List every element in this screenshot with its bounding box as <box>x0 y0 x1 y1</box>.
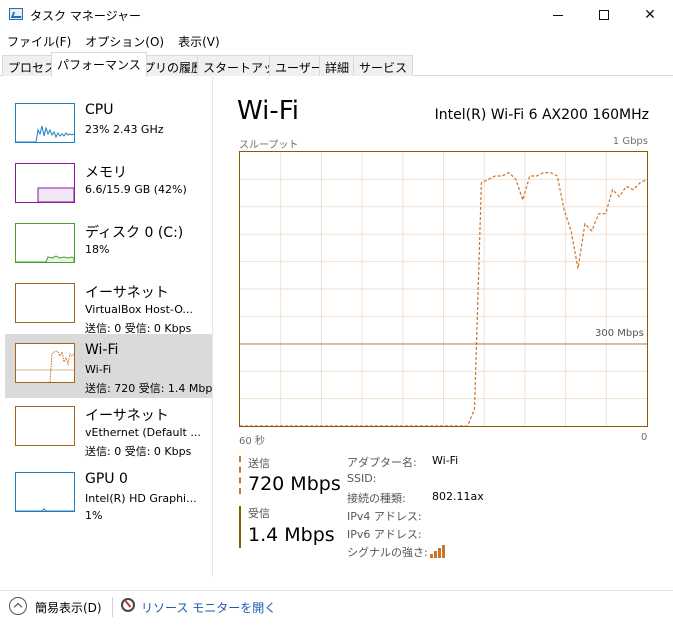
adapter-name-label: アダプター名: <box>347 456 417 469</box>
send-legend-bar <box>239 456 242 494</box>
resource-name: GPU 0 <box>85 471 128 487</box>
receive-legend-bar <box>239 506 242 548</box>
signal-strength-label: シグナルの強さ: <box>347 546 428 559</box>
resource-detail-2: 送信: 720 受信: 1.4 Mbp <box>85 382 213 395</box>
resource-name: Wi-Fi <box>85 342 119 358</box>
resource-gpu[interactable]: GPU 0 Intel(R) HD Graphi... 1% <box>5 463 212 527</box>
throughput-graph <box>239 151 648 427</box>
tab-details[interactable]: 詳細 <box>319 55 356 76</box>
window-title: タスク マネージャー <box>30 9 141 23</box>
send-label: 送信 <box>248 457 270 470</box>
resource-detail: 18% <box>85 243 110 256</box>
connection-type-value: 802.11ax <box>432 490 484 503</box>
page-title: Wi-Fi <box>237 96 300 126</box>
resource-detail-2: 送信: 0 受信: 0 Kbps <box>85 445 192 458</box>
disk-thumbnail-graph <box>16 255 74 262</box>
menu-file[interactable]: ファイル(F) <box>0 30 78 52</box>
menu-options[interactable]: オプション(O) <box>78 30 171 52</box>
ssid-label: SSID: <box>347 472 377 485</box>
open-resource-monitor-link[interactable]: リソース モニターを開く <box>141 599 276 616</box>
resource-ethernet-virtualbox[interactable]: イーサネット VirtualBox Host-O... 送信: 0 受信: 0 … <box>5 274 212 338</box>
resource-name: CPU <box>85 102 114 118</box>
graph-300mbps-mark: 300 Mbps <box>595 328 644 339</box>
ethernet-thumbnail <box>15 406 75 446</box>
resource-name: ディスク 0 (C:) <box>85 225 184 241</box>
resource-detail: 23% 2.43 GHz <box>85 123 164 136</box>
ipv4-label: IPv4 アドレス: <box>347 510 422 523</box>
menu-bar: ファイル(F) オプション(O) 表示(V) <box>0 30 673 52</box>
gpu-thumbnail-graph <box>16 508 74 511</box>
resource-ethernet-vethernet[interactable]: イーサネット vEthernet (Default ... 送信: 0 受信: … <box>5 397 212 461</box>
signal-strength-icon <box>430 545 445 558</box>
task-manager-icon <box>9 8 23 20</box>
throughput-graph-svg <box>240 152 647 426</box>
adapter-name: Intel(R) Wi-Fi 6 AX200 160MHz <box>434 107 649 123</box>
send-value: 720 Mbps <box>248 473 341 495</box>
time-axis-left: 60 秒 <box>239 436 265 447</box>
max-throughput-label: 1 Gbps <box>612 136 648 147</box>
memory-thumbnail-graph <box>37 187 74 202</box>
fewer-details-button[interactable]: 簡易表示(D) <box>35 599 102 616</box>
ipv6-label: IPv6 アドレス: <box>347 528 422 541</box>
resource-name: イーサネット <box>85 408 169 424</box>
chevron-up-icon[interactable] <box>9 597 27 615</box>
resource-list: CPU 23% 2.43 GHz メモリ 6.6/15.9 GB (42%) デ… <box>0 77 213 577</box>
gpu-thumbnail <box>15 472 75 512</box>
tab-performance[interactable]: パフォーマンス <box>51 52 147 77</box>
title-bar[interactable]: タスク マネージャー ✕ <box>0 0 673 30</box>
resource-name: イーサネット <box>85 285 169 301</box>
resource-disk[interactable]: ディスク 0 (C:) 18% <box>5 214 212 278</box>
resource-detail-2: 1% <box>85 509 103 522</box>
adapter-name-value: Wi-Fi <box>432 454 459 467</box>
resource-detail: 6.6/15.9 GB (42%) <box>85 183 187 196</box>
footer: 簡易表示(D) リソース モニターを開く <box>0 590 673 631</box>
wifi-thumbnail <box>15 343 75 383</box>
resource-wifi[interactable]: Wi-Fi Wi-Fi 送信: 720 受信: 1.4 Mbp <box>5 334 212 398</box>
resource-cpu[interactable]: CPU 23% 2.43 GHz <box>5 94 212 158</box>
disk-thumbnail <box>15 223 75 263</box>
footer-divider <box>112 597 113 617</box>
resource-monitor-icon[interactable] <box>121 598 135 612</box>
resource-detail: Intel(R) HD Graphi... <box>85 492 197 505</box>
maximize-icon <box>599 10 609 20</box>
close-button[interactable]: ✕ <box>627 0 673 30</box>
receive-label: 受信 <box>248 507 270 520</box>
tab-services[interactable]: サービス <box>353 55 414 76</box>
minimize-button[interactable] <box>535 0 581 30</box>
receive-value: 1.4 Mbps <box>248 524 335 546</box>
wifi-thumbnail-graph <box>16 350 74 382</box>
ethernet-thumbnail <box>15 283 75 323</box>
minimize-icon <box>553 14 563 16</box>
resource-name: メモリ <box>85 165 127 181</box>
time-axis-right: 0 <box>641 432 648 443</box>
cpu-thumbnail-graph <box>16 125 74 142</box>
close-icon: ✕ <box>644 7 656 23</box>
resource-detail: Wi-Fi <box>85 363 112 376</box>
resource-detail: VirtualBox Host-O... <box>85 303 193 316</box>
tab-bar: プロセス パフォーマンス アプリの履歴 スタートアップ ユーザー 詳細 サービス <box>0 52 673 77</box>
connection-type-label: 接続の種類: <box>347 492 406 505</box>
maximize-button[interactable] <box>581 0 627 30</box>
cpu-thumbnail <box>15 103 75 143</box>
resource-detail: vEthernet (Default ... <box>85 426 201 439</box>
resource-memory[interactable]: メモリ 6.6/15.9 GB (42%) <box>5 154 212 218</box>
throughput-label: スループット <box>239 140 299 151</box>
menu-view[interactable]: 表示(V) <box>171 30 227 52</box>
memory-thumbnail <box>15 163 75 203</box>
